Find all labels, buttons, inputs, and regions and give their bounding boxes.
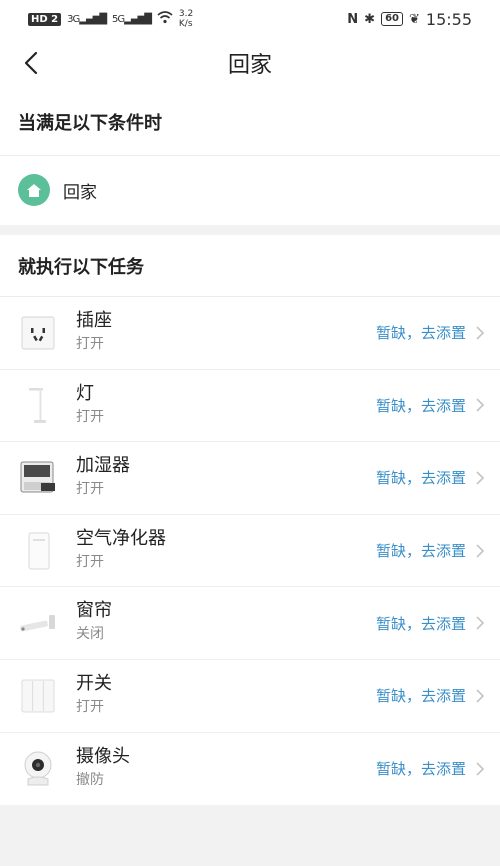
add-device-link[interactable]: 暂缺，去添置 [376, 540, 466, 561]
page-title: 回家 [227, 53, 272, 78]
add-device-link[interactable]: 暂缺，去添置 [376, 395, 466, 416]
add-device-link[interactable]: 暂缺，去添置 [376, 758, 466, 779]
wifi-icon [157, 10, 173, 28]
device-name: 窗帘 [76, 600, 112, 622]
task-text: 空气净化器 打开 [76, 527, 166, 573]
device-action: 打开 [76, 698, 104, 715]
chevron-right-icon [476, 544, 485, 558]
curtain-motor-icon [18, 603, 58, 643]
task-row-lamp[interactable]: 灯 打开 暂缺，去添置 [0, 370, 500, 443]
device-action: 打开 [76, 336, 104, 352]
task-text: 开关 打开 [76, 672, 112, 718]
task-header: 就执行以下任务 [0, 235, 500, 297]
home-icon [18, 174, 50, 206]
chevron-right-icon [476, 689, 485, 703]
device-name: 空气净化器 [76, 527, 166, 549]
task-row-humidifier[interactable]: 加湿器 打开 暂缺，去添置 [0, 442, 500, 515]
task-row-socket[interactable]: 插座 打开 暂缺，去添置 [0, 297, 500, 370]
add-device-link[interactable]: 暂缺，去添置 [376, 467, 466, 488]
condition-section: 当满足以下条件时 回家 [0, 88, 500, 225]
status-left: HD 2 3G▂▄▆█ 5G▂▄▆█ 3.2 K/s [28, 9, 193, 29]
bottom-spacer [0, 805, 500, 866]
task-text: 窗帘 关闭 [76, 599, 112, 645]
condition-header: 当满足以下条件时 [0, 88, 500, 156]
task-title: 就执行以下任务 [18, 256, 144, 278]
chevron-right-icon [476, 398, 485, 412]
chevron-right-icon [476, 616, 485, 630]
task-text: 加湿器 打开 [76, 454, 130, 500]
air-purifier-icon [18, 531, 58, 571]
status-right: N ✱ 60 ❦ 15:55 [347, 10, 472, 29]
add-device-link[interactable]: 暂缺，去添置 [376, 685, 466, 706]
device-action: 关闭 [76, 626, 104, 643]
task-row-curtain[interactable]: 窗帘 关闭 暂缺，去添置 [0, 587, 500, 660]
task-row-camera[interactable]: 摄像头 撤防 暂缺，去添置 [0, 733, 500, 806]
device-action: 撤防 [76, 771, 104, 788]
condition-item[interactable]: 回家 [0, 156, 500, 224]
lamp-icon [18, 385, 58, 425]
nav-bar: 回家 [0, 38, 500, 88]
device-action: 打开 [76, 408, 104, 425]
task-text: 插座 打开 [76, 309, 112, 355]
back-button[interactable] [14, 46, 48, 80]
task-row-air-purifier[interactable]: 空气净化器 打开 暂缺，去添置 [0, 515, 500, 588]
clock: 15:55 [425, 9, 472, 29]
task-section: 就执行以下任务 插座 打开 暂缺，去添置 灯 打开 暂缺，去添置 加湿器 打开 … [0, 235, 500, 805]
net-speed: 3.2 K/s [178, 9, 194, 29]
condition-label: 回家 [63, 182, 97, 203]
chevron-right-icon [476, 326, 485, 340]
chevron-right-icon [476, 471, 485, 485]
leaf-icon: ❦ [408, 11, 420, 27]
device-name: 加湿器 [76, 455, 130, 477]
condition-title: 当满足以下条件时 [18, 112, 162, 134]
device-name: 插座 [76, 310, 112, 331]
device-name: 摄像头 [76, 745, 130, 767]
wall-switch-icon [18, 676, 58, 716]
signal-5g-icon: 5G▂▄▆█ [112, 13, 152, 25]
battery-icon: 60 [381, 12, 403, 26]
device-name: 灯 [76, 382, 94, 404]
camera-icon [18, 749, 58, 789]
hd-badge: HD 2 [28, 12, 62, 26]
device-action: 打开 [76, 553, 104, 570]
status-bar: HD 2 3G▂▄▆█ 5G▂▄▆█ 3.2 K/s N ✱ 60 ❦ 15:55 [0, 0, 500, 38]
task-text: 摄像头 撤防 [76, 745, 130, 791]
signal-3g-icon: 3G▂▄▆█ [67, 13, 107, 25]
screen: HD 2 3G▂▄▆█ 5G▂▄▆█ 3.2 K/s N ✱ 60 ❦ 15:55… [0, 0, 500, 866]
nfc-icon: N [347, 11, 359, 27]
chevron-right-icon [476, 762, 485, 776]
humidifier-icon [18, 458, 58, 498]
socket-icon [18, 313, 58, 353]
task-text: 灯 打开 [76, 382, 104, 428]
task-row-switch[interactable]: 开关 打开 暂缺，去添置 [0, 660, 500, 733]
add-device-link[interactable]: 暂缺，去添置 [376, 322, 466, 343]
bluetooth-icon: ✱ [364, 11, 376, 27]
device-name: 开关 [76, 672, 112, 694]
chevron-left-icon [24, 51, 38, 75]
device-action: 打开 [76, 481, 104, 498]
add-device-link[interactable]: 暂缺，去添置 [376, 613, 466, 634]
